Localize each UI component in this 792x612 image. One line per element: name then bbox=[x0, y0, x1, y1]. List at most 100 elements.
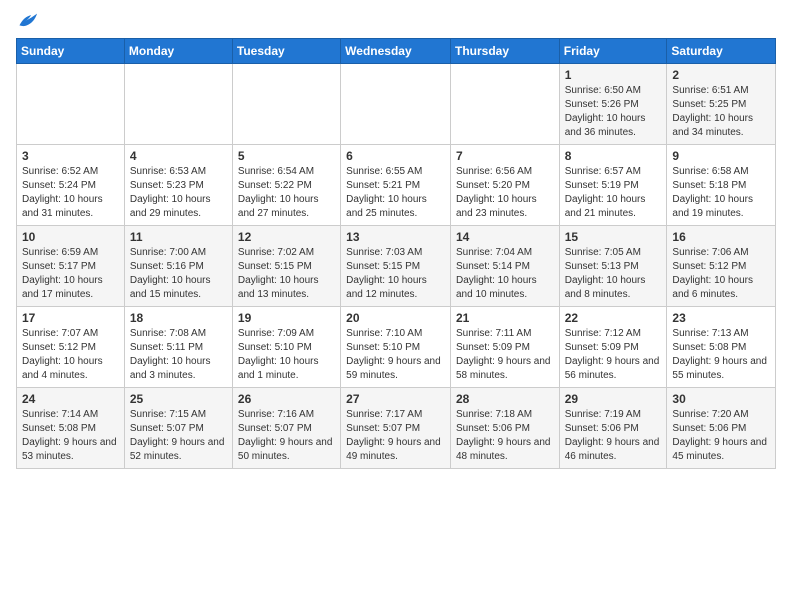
day-number: 12 bbox=[238, 230, 335, 244]
day-number: 14 bbox=[456, 230, 554, 244]
day-info: Sunrise: 7:19 AM Sunset: 5:06 PM Dayligh… bbox=[565, 408, 662, 464]
day-info: Sunrise: 7:10 AM Sunset: 5:10 PM Dayligh… bbox=[346, 327, 445, 383]
day-info: Sunrise: 6:56 AM Sunset: 5:20 PM Dayligh… bbox=[456, 165, 554, 221]
day-number: 19 bbox=[238, 311, 335, 325]
day-info: Sunrise: 6:53 AM Sunset: 5:23 PM Dayligh… bbox=[130, 165, 227, 221]
calendar-cell: 17Sunrise: 7:07 AM Sunset: 5:12 PM Dayli… bbox=[17, 307, 125, 388]
day-info: Sunrise: 7:04 AM Sunset: 5:14 PM Dayligh… bbox=[456, 246, 554, 302]
calendar-cell bbox=[232, 64, 340, 145]
calendar-cell: 2 Sunrise: 6:51 AM Sunset: 5:25 PM Daylig… bbox=[667, 64, 776, 145]
day-number: 3 bbox=[22, 149, 119, 163]
day-info: Sunrise: 6:54 AM Sunset: 5:22 PM Dayligh… bbox=[238, 165, 335, 221]
day-info: Sunrise: 7:17 AM Sunset: 5:07 PM Dayligh… bbox=[346, 408, 445, 464]
calendar-cell: 27Sunrise: 7:17 AM Sunset: 5:07 PM Dayli… bbox=[341, 388, 451, 469]
calendar-cell: 4 Sunrise: 6:53 AM Sunset: 5:23 PM Daylig… bbox=[124, 145, 232, 226]
logo-bird-icon bbox=[18, 10, 40, 32]
day-info: Sunrise: 6:58 AM Sunset: 5:18 PM Dayligh… bbox=[672, 165, 770, 221]
calendar-cell: 5 Sunrise: 6:54 AM Sunset: 5:22 PM Daylig… bbox=[232, 145, 340, 226]
header bbox=[16, 10, 776, 32]
calendar-cell: 22 Sunrise: 7:12 AM Sunset: 5:09 PM Dayli… bbox=[559, 307, 667, 388]
day-info: Sunrise: 7:00 AM Sunset: 5:16 PM Dayligh… bbox=[130, 246, 227, 302]
calendar-header-row: SundayMondayTuesdayWednesdayThursdayFrid… bbox=[17, 39, 776, 64]
day-number: 29 bbox=[565, 392, 662, 406]
calendar-cell bbox=[124, 64, 232, 145]
day-info: Sunrise: 6:59 AM Sunset: 5:17 PM Dayligh… bbox=[22, 246, 119, 302]
calendar-cell: 23Sunrise: 7:13 AM Sunset: 5:08 PM Dayli… bbox=[667, 307, 776, 388]
calendar-cell: 29 Sunrise: 7:19 AM Sunset: 5:06 PM Dayli… bbox=[559, 388, 667, 469]
calendar-cell: 9 Sunrise: 6:58 AM Sunset: 5:18 PM Daylig… bbox=[667, 145, 776, 226]
day-number: 6 bbox=[346, 149, 445, 163]
day-info: Sunrise: 6:51 AM Sunset: 5:25 PM Dayligh… bbox=[672, 84, 770, 140]
day-info: Sunrise: 6:57 AM Sunset: 5:19 PM Dayligh… bbox=[565, 165, 662, 221]
calendar-cell: 16 Sunrise: 7:06 AM Sunset: 5:12 PM Dayli… bbox=[667, 226, 776, 307]
calendar-cell: 18 Sunrise: 7:08 AM Sunset: 5:11 PM Dayli… bbox=[124, 307, 232, 388]
calendar-cell: 14 Sunrise: 7:04 AM Sunset: 5:14 PM Dayli… bbox=[450, 226, 559, 307]
day-of-week-header: Wednesday bbox=[341, 39, 451, 64]
day-number: 24 bbox=[22, 392, 119, 406]
calendar-week-row: 3 Sunrise: 6:52 AM Sunset: 5:24 PM Daylig… bbox=[17, 145, 776, 226]
day-info: Sunrise: 7:03 AM Sunset: 5:15 PM Dayligh… bbox=[346, 246, 445, 302]
day-number: 18 bbox=[130, 311, 227, 325]
calendar-cell: 28 Sunrise: 7:18 AM Sunset: 5:06 PM Dayli… bbox=[450, 388, 559, 469]
day-number: 8 bbox=[565, 149, 662, 163]
calendar-cell bbox=[17, 64, 125, 145]
calendar-week-row: 24 Sunrise: 7:14 AM Sunset: 5:08 PM Dayli… bbox=[17, 388, 776, 469]
calendar-cell: 13 Sunrise: 7:03 AM Sunset: 5:15 PM Dayli… bbox=[341, 226, 451, 307]
day-of-week-header: Sunday bbox=[17, 39, 125, 64]
calendar-cell: 11Sunrise: 7:00 AM Sunset: 5:16 PM Dayli… bbox=[124, 226, 232, 307]
calendar-cell: 24 Sunrise: 7:14 AM Sunset: 5:08 PM Dayli… bbox=[17, 388, 125, 469]
day-of-week-header: Friday bbox=[559, 39, 667, 64]
logo-text bbox=[16, 10, 40, 32]
day-info: Sunrise: 7:16 AM Sunset: 5:07 PM Dayligh… bbox=[238, 408, 335, 464]
day-info: Sunrise: 7:02 AM Sunset: 5:15 PM Dayligh… bbox=[238, 246, 335, 302]
calendar-cell: 20 Sunrise: 7:10 AM Sunset: 5:10 PM Dayli… bbox=[341, 307, 451, 388]
calendar-cell: 25Sunrise: 7:15 AM Sunset: 5:07 PM Dayli… bbox=[124, 388, 232, 469]
day-number: 20 bbox=[346, 311, 445, 325]
calendar-week-row: 1 Sunrise: 6:50 AM Sunset: 5:26 PM Daylig… bbox=[17, 64, 776, 145]
calendar-cell: 19 Sunrise: 7:09 AM Sunset: 5:10 PM Dayli… bbox=[232, 307, 340, 388]
day-number: 22 bbox=[565, 311, 662, 325]
page: SundayMondayTuesdayWednesdayThursdayFrid… bbox=[0, 0, 792, 612]
day-number: 1 bbox=[565, 68, 662, 82]
day-info: Sunrise: 7:05 AM Sunset: 5:13 PM Dayligh… bbox=[565, 246, 662, 302]
day-number: 13 bbox=[346, 230, 445, 244]
day-number: 15 bbox=[565, 230, 662, 244]
day-info: Sunrise: 7:18 AM Sunset: 5:06 PM Dayligh… bbox=[456, 408, 554, 464]
day-info: Sunrise: 6:55 AM Sunset: 5:21 PM Dayligh… bbox=[346, 165, 445, 221]
day-number: 30 bbox=[672, 392, 770, 406]
day-number: 4 bbox=[130, 149, 227, 163]
day-info: Sunrise: 7:12 AM Sunset: 5:09 PM Dayligh… bbox=[565, 327, 662, 383]
calendar-week-row: 17Sunrise: 7:07 AM Sunset: 5:12 PM Dayli… bbox=[17, 307, 776, 388]
day-info: Sunrise: 7:15 AM Sunset: 5:07 PM Dayligh… bbox=[130, 408, 227, 464]
day-info: Sunrise: 7:13 AM Sunset: 5:08 PM Dayligh… bbox=[672, 327, 770, 383]
day-info: Sunrise: 7:08 AM Sunset: 5:11 PM Dayligh… bbox=[130, 327, 227, 383]
calendar-cell: 7Sunrise: 6:56 AM Sunset: 5:20 PM Daylig… bbox=[450, 145, 559, 226]
calendar-cell: 12 Sunrise: 7:02 AM Sunset: 5:15 PM Dayli… bbox=[232, 226, 340, 307]
day-number: 5 bbox=[238, 149, 335, 163]
calendar-cell: 30 Sunrise: 7:20 AM Sunset: 5:06 PM Dayli… bbox=[667, 388, 776, 469]
day-of-week-header: Thursday bbox=[450, 39, 559, 64]
logo bbox=[16, 10, 40, 32]
day-info: Sunrise: 7:07 AM Sunset: 5:12 PM Dayligh… bbox=[22, 327, 119, 383]
day-info: Sunrise: 6:52 AM Sunset: 5:24 PM Dayligh… bbox=[22, 165, 119, 221]
day-info: Sunrise: 7:09 AM Sunset: 5:10 PM Dayligh… bbox=[238, 327, 335, 383]
calendar-cell bbox=[450, 64, 559, 145]
calendar-cell: 10 Sunrise: 6:59 AM Sunset: 5:17 PM Dayli… bbox=[17, 226, 125, 307]
day-info: Sunrise: 7:14 AM Sunset: 5:08 PM Dayligh… bbox=[22, 408, 119, 464]
day-number: 26 bbox=[238, 392, 335, 406]
day-number: 2 bbox=[672, 68, 770, 82]
day-info: Sunrise: 7:11 AM Sunset: 5:09 PM Dayligh… bbox=[456, 327, 554, 383]
day-info: Sunrise: 7:06 AM Sunset: 5:12 PM Dayligh… bbox=[672, 246, 770, 302]
calendar-cell: 15 Sunrise: 7:05 AM Sunset: 5:13 PM Dayli… bbox=[559, 226, 667, 307]
calendar-cell: 21Sunrise: 7:11 AM Sunset: 5:09 PM Dayli… bbox=[450, 307, 559, 388]
day-info: Sunrise: 6:50 AM Sunset: 5:26 PM Dayligh… bbox=[565, 84, 662, 140]
day-info: Sunrise: 7:20 AM Sunset: 5:06 PM Dayligh… bbox=[672, 408, 770, 464]
day-number: 16 bbox=[672, 230, 770, 244]
calendar-cell bbox=[341, 64, 451, 145]
day-number: 10 bbox=[22, 230, 119, 244]
calendar-cell: 8 Sunrise: 6:57 AM Sunset: 5:19 PM Daylig… bbox=[559, 145, 667, 226]
calendar-week-row: 10 Sunrise: 6:59 AM Sunset: 5:17 PM Dayli… bbox=[17, 226, 776, 307]
day-number: 9 bbox=[672, 149, 770, 163]
calendar-table: SundayMondayTuesdayWednesdayThursdayFrid… bbox=[16, 38, 776, 469]
day-number: 28 bbox=[456, 392, 554, 406]
